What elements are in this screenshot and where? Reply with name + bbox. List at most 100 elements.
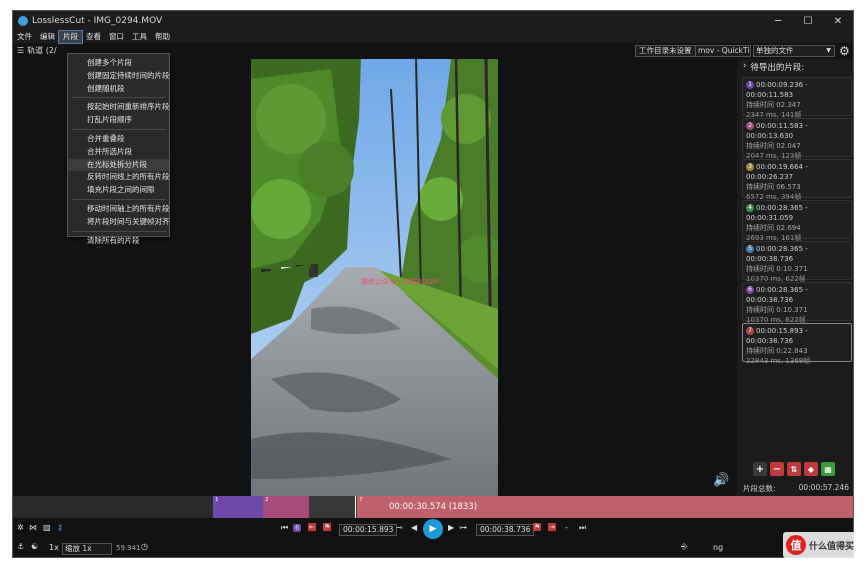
segment-time-range: 00:00:11.583 - 00:00:13.630 [746, 122, 808, 140]
segments-menu-item[interactable]: 填充片段之间的间隙 [68, 184, 169, 196]
volume-icon[interactable]: 🔊 [713, 473, 729, 488]
grid-icon[interactable]: ▦ [821, 462, 835, 476]
anchor-icon[interactable]: ⚓ [17, 542, 24, 551]
segments-menu-item[interactable]: 创建固定持续时间的片段 [68, 70, 170, 82]
menu-help[interactable]: 帮助 [151, 31, 174, 43]
snowflake-icon[interactable]: ✲ [17, 523, 24, 532]
video-player[interactable]: 微信公众号丨科技BOOM [251, 59, 498, 499]
segments-menu-item[interactable]: 将片段时间与关键帧对齐 [68, 216, 170, 228]
segment-card[interactable]: 2 00:00:11.583 - 00:00:13.630 持续时间 02.047 2… [742, 118, 852, 160]
export-mode-select[interactable]: 单独的文件 ▼ [753, 45, 835, 57]
yin-yang-icon[interactable]: ☯ [31, 542, 38, 551]
cut-mode-label[interactable]: ng [713, 543, 723, 552]
jump-segment-start-icon[interactable]: ⇤ [308, 523, 316, 531]
menu-bar: 文件 编辑 片段 查看 窗口 工具 帮助 [13, 30, 853, 44]
segment-card[interactable]: 4 00:00:28.365 - 00:00:31.059 持续时间 02.694 2… [742, 200, 852, 242]
export-icon[interactable]: ⎆ [681, 542, 687, 552]
menu-view[interactable]: 查看 [82, 31, 105, 43]
segments-menu-item[interactable]: 打乱片段顺序 [68, 114, 169, 126]
chevron-right-icon[interactable]: › [743, 61, 746, 73]
remove-segment-button[interactable]: − [770, 462, 784, 476]
segment-time-range: 00:00:28.365 - 00:00:38.736 [746, 286, 808, 304]
menu-tools[interactable]: 工具 [128, 31, 151, 43]
segment-number-badge: 2 [746, 122, 754, 130]
maximize-button[interactable]: ☐ [793, 11, 823, 31]
segments-panel-header: › 待导出的片段: [743, 61, 804, 73]
segment-duration: 持续时间 02.694 [746, 224, 801, 232]
playback-speed[interactable]: 1x [49, 543, 59, 552]
segments-panel: › 待导出的片段: 1 00:00:09.236 - 00:00:11.583 持续… [737, 59, 853, 499]
segment-card[interactable]: 6 00:00:28.365 - 00:00:38.736 持续时间 0:10.37… [742, 282, 852, 324]
segment-frames: 22843 ms, 1369帧 [746, 357, 811, 365]
segment-card[interactable]: 7 00:00:15.893 - 00:00:38.736 持续时间 0:22.84… [742, 323, 852, 365]
set-cut-end-icon[interactable]: ⚑ [533, 523, 542, 531]
segment-time-range: 00:00:15.893 - 00:00:38.736 [746, 327, 808, 345]
image-icon[interactable]: ▨ [43, 523, 51, 532]
reorder-segments-button[interactable]: ⇅ [787, 462, 801, 476]
segments-menu-item[interactable]: 移动时间轴上的所有片段 [68, 203, 170, 215]
segment-range: 6 00:00:28.365 - 00:00:38.736 [746, 285, 848, 305]
segments-menu-item[interactable]: 清除所有的片段 [68, 235, 169, 247]
cut-start-time-input[interactable]: 00:00:15.893 [339, 524, 398, 536]
segment-duration: 持续时间 02.047 [746, 142, 801, 150]
app-logo-icon [18, 16, 28, 26]
jump-segment-end-icon[interactable]: ⇥ [548, 523, 556, 531]
segments-menu-dropdown: 创建多个片段 创建固定持续时间的片段 创建随机段按起始时间重新排序片段 打乱片段顺序合… [67, 53, 170, 245]
segment-time-range: 00:00:19.664 - 00:00:26.237 [746, 163, 808, 181]
key-icon[interactable]: ⚷ [57, 523, 63, 532]
segment-duration: 持续时间 0:10.371 [746, 306, 808, 314]
keyframe-back-icon[interactable]: ⊸ [396, 523, 403, 532]
segment-duration: 持续时间 02.347 [746, 101, 801, 109]
segments-menu-item[interactable]: 反转时间线上的所有片段 [68, 171, 170, 183]
segment-card[interactable]: 1 00:00:09.236 - 00:00:11.583 持续时间 02.347 2… [742, 77, 852, 119]
cut-end-time-input[interactable]: 00:00:38.736 [476, 524, 535, 536]
app-window: LosslessCut - IMG_0294.MOV ─ ☐ ✕ 文件 编辑 片… [12, 10, 854, 558]
tag-icon[interactable]: ◆ [804, 462, 818, 476]
tracks-button[interactable]: ☰ 轨道 (2/ [17, 45, 57, 56]
timeline[interactable]: 1 2 7 00:00:30.574 (1833) [13, 496, 853, 518]
step-back-icon[interactable]: ◀ [411, 523, 417, 532]
segments-menu-item[interactable]: 按起始时间重新排序片段 [68, 101, 170, 113]
segments-menu-item[interactable]: 合并重叠段 [68, 133, 169, 145]
gear-icon[interactable]: ⚙ [839, 44, 850, 58]
minimize-button[interactable]: ─ [763, 11, 793, 31]
set-cut-start-icon[interactable]: ⚑ [323, 523, 332, 531]
segments-menu-item[interactable]: 创建随机段 [68, 83, 169, 95]
menu-separator [72, 129, 166, 130]
keyframe-forward-icon[interactable]: ⊶ [459, 523, 467, 532]
waveform-icon[interactable]: ⋈ [29, 523, 37, 532]
menu-segments[interactable]: 片段 [58, 30, 83, 44]
segments-menu-item[interactable]: 创建多个片段 [68, 57, 169, 69]
segment-time-range: 00:00:09.236 - 00:00:11.583 [746, 81, 808, 99]
segment-card[interactable]: 3 00:00:19.664 - 00:00:26.237 持续时间 06.573 6… [742, 159, 852, 201]
segment-range: 7 00:00:15.893 - 00:00:38.736 [746, 326, 848, 346]
play-button[interactable]: ▶ [423, 519, 443, 539]
dash-separator: - [565, 523, 568, 532]
segment-actions: + − ⇅ ◆ ▦ [753, 462, 835, 476]
output-format-select[interactable]: mov - QuickTi [695, 45, 751, 57]
close-button[interactable]: ✕ [823, 11, 853, 31]
menu-edit[interactable]: 编辑 [36, 31, 59, 43]
segment-range: 5 00:00:28.365 - 00:00:38.736 [746, 244, 848, 264]
site-logo-badge: 值 什么值得买 [783, 532, 861, 558]
step-forward-icon[interactable]: ▶ [448, 523, 454, 532]
list-icon: ☰ [17, 46, 25, 55]
working-directory-button[interactable]: 工作目录未设置 [635, 45, 696, 57]
zoom-select[interactable]: 缩放 1x [62, 543, 112, 555]
menu-file[interactable]: 文件 [13, 31, 36, 43]
segment-range: 4 00:00:28.365 - 00:00:31.059 [746, 203, 848, 223]
add-segment-button[interactable]: + [753, 462, 767, 476]
segment-range: 2 00:00:11.583 - 00:00:13.630 [746, 121, 848, 141]
bottom-bar: ⚓ ☯ 1x 缩放 1x 59.941 ◷ ⎆ ng [13, 540, 853, 557]
jump-start-icon[interactable]: ⏮ [281, 523, 288, 533]
segments-menu-item[interactable]: 合并所选片段 [68, 146, 169, 158]
video-watermark: 微信公众号丨科技BOOM [361, 278, 439, 286]
menu-window[interactable]: 窗口 [105, 31, 128, 43]
clock-icon[interactable]: ◷ [141, 542, 148, 551]
segment-card[interactable]: 5 00:00:28.365 - 00:00:38.736 持续时间 0:10.37… [742, 241, 852, 283]
site-logo-text: 什么值得买 [809, 541, 855, 552]
segment-duration: 持续时间 06.573 [746, 183, 801, 191]
jump-end-icon[interactable]: ⏭ [579, 523, 586, 533]
segments-menu-item[interactable]: 在光标处拆分片段 [68, 158, 169, 171]
tracks-label: 轨道 (2/ [27, 46, 57, 55]
